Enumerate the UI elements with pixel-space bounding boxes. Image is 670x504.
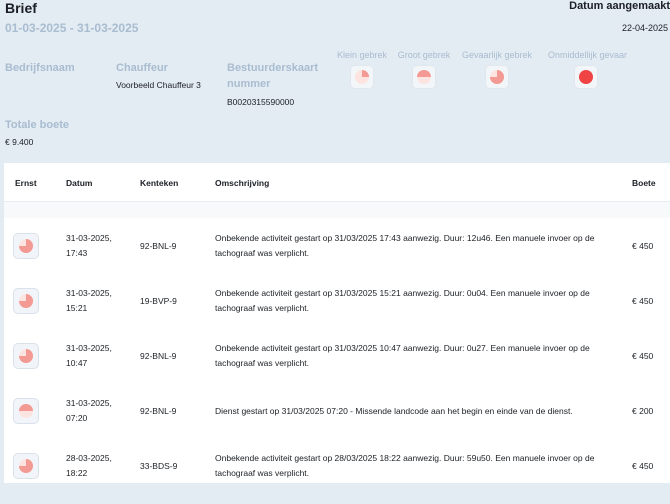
row-description-line1: Onbekende activiteit gestart op 31/03/20… <box>215 233 595 243</box>
row-date-line2: 18:22 <box>66 468 88 478</box>
row-fine: € 450 <box>632 241 654 251</box>
driver-value: Voorbeeld Chauffeur 3 <box>116 80 201 90</box>
row-date-line1: 31-03-2025, <box>66 233 112 243</box>
row-fine: € 200 <box>632 406 654 416</box>
total-fine-label: Totale boete <box>5 119 69 131</box>
row-description-line2: tachograaf was verplicht. <box>215 303 310 313</box>
row-description-line1: Onbekende activiteit gestart op 28/03/20… <box>215 453 595 463</box>
row-date-line1: 28-03-2025, <box>66 453 112 463</box>
company-label: Bedrijfsnaam <box>5 62 75 74</box>
violations-table: Ernst Datum Kenteken Omschrijving Boete … <box>4 163 670 483</box>
page-title: Brief <box>5 0 37 16</box>
header-description: Omschrijving <box>215 178 270 188</box>
header-date: Datum <box>66 178 93 188</box>
report-period: 01-03-2025 - 31-03-2025 <box>5 21 139 35</box>
row-plate: 92-BNL-9 <box>140 241 177 251</box>
legend-label: Groot gebrek <box>397 50 451 60</box>
pie-three-quarter-icon <box>14 234 38 258</box>
row-description: Dienst gestart op 31/03/2025 07:20 - Mis… <box>215 404 573 419</box>
row-description: Onbekende activiteit gestart op 31/03/20… <box>215 286 590 316</box>
row-description-line1: Dienst gestart op 31/03/2025 07:20 - Mis… <box>215 406 573 416</box>
header-severity: Ernst <box>15 178 37 188</box>
row-description: Onbekende activiteit gestart op 28/03/20… <box>215 451 594 481</box>
legend-label: Onmiddellijk gevaar <box>548 50 628 60</box>
legend-onmiddellijk-gevaar: Onmiddellijk gevaar <box>548 50 628 88</box>
pie-three-quarter-icon <box>14 289 38 313</box>
pie-quarter-icon <box>351 66 373 88</box>
row-date: 31-03-2025, 07:20 <box>66 396 112 426</box>
pie-half-icon <box>14 399 38 423</box>
card-number-label: Bestuurderskaart nummer <box>227 60 318 92</box>
card-number-label-line1: Bestuurderskaart <box>227 62 319 74</box>
row-date-line2: 10:47 <box>66 358 88 368</box>
created-date-label: Datum aangemaakt <box>569 0 670 12</box>
row-plate: 19-BVP-9 <box>140 296 177 306</box>
legend-label: Gevaarlijk gebrek <box>461 50 533 60</box>
legend-gevaarlijk-gebrek: Gevaarlijk gebrek <box>459 50 535 88</box>
card-number-label-line2: nummer <box>227 78 271 90</box>
row-date-line2: 15:21 <box>66 303 88 313</box>
row-description-line1: Onbekende activiteit gestart op 31/03/20… <box>215 288 590 298</box>
row-date-line1: 31-03-2025, <box>66 398 112 408</box>
row-description-line1: Onbekende activiteit gestart op 31/03/20… <box>215 343 590 353</box>
row-plate: 92-BNL-9 <box>140 406 177 416</box>
row-description: Onbekende activiteit gestart op 31/03/20… <box>215 341 590 371</box>
table-spacer <box>4 202 670 218</box>
total-fine-value: € 9.400 <box>5 137 34 147</box>
pie-three-quarter-icon <box>14 344 38 368</box>
row-fine: € 450 <box>632 351 654 361</box>
table-row[interactable]: 31-03-2025, 07:20 92-BNL-9 Dienst gestar… <box>4 394 670 449</box>
driver-label: Chauffeur <box>116 62 168 74</box>
table-row[interactable]: 28-03-2025, 18:22 33-BDS-9 Onbekende act… <box>4 449 670 504</box>
row-date: 31-03-2025, 15:21 <box>66 286 112 316</box>
row-date-line1: 31-03-2025, <box>66 343 112 353</box>
row-date: 28-03-2025, 18:22 <box>66 451 112 481</box>
row-date-line1: 31-03-2025, <box>66 288 112 298</box>
row-description-line2: tachograaf was verplicht. <box>215 248 310 258</box>
row-date: 31-03-2025, 17:43 <box>66 231 112 261</box>
row-plate: 92-BNL-9 <box>140 351 177 361</box>
pie-three-quarter-icon <box>14 454 38 478</box>
card-number-value: B0020315590000 <box>227 97 295 107</box>
row-description-line2: tachograaf was verplicht. <box>215 358 310 368</box>
row-fine: € 450 <box>632 296 654 306</box>
row-fine: € 450 <box>632 461 654 471</box>
table-header: Ernst Datum Kenteken Omschrijving Boete <box>4 163 670 202</box>
row-description: Onbekende activiteit gestart op 31/03/20… <box>215 231 594 261</box>
table-row[interactable]: 31-03-2025, 17:43 92-BNL-9 Onbekende act… <box>4 229 670 284</box>
row-date-line2: 17:43 <box>66 248 88 258</box>
row-date: 31-03-2025, 10:47 <box>66 341 112 371</box>
pie-half-icon <box>413 66 435 88</box>
row-description-line2: tachograaf was verplicht. <box>215 468 310 478</box>
pie-three-quarter-icon <box>486 66 508 88</box>
created-date-value: 22-04-2025 <box>621 23 668 33</box>
table-row[interactable]: 31-03-2025, 10:47 92-BNL-9 Onbekende act… <box>4 339 670 394</box>
legend-groot-gebrek: Groot gebrek <box>386 50 462 88</box>
row-plate: 33-BDS-9 <box>140 461 178 471</box>
full-circle-icon <box>575 66 597 88</box>
header-plate: Kenteken <box>140 178 179 188</box>
header-fine: Boete <box>632 178 656 188</box>
row-date-line2: 07:20 <box>66 413 88 423</box>
table-row[interactable]: 31-03-2025, 15:21 19-BVP-9 Onbekende act… <box>4 284 670 339</box>
